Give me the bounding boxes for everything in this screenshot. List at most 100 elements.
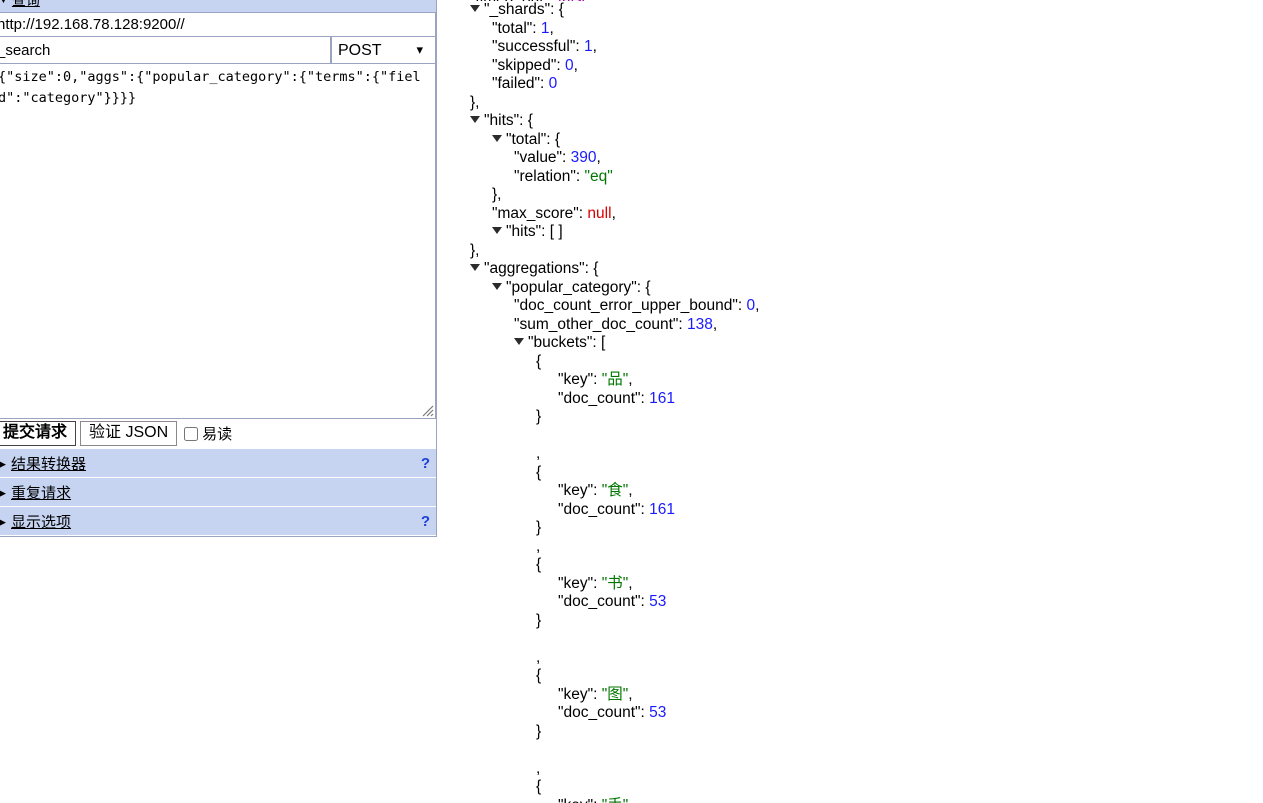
request-body-textarea[interactable]: {"size":0,"aggs":{"popular_category":{"t… xyxy=(0,64,436,419)
json-disclosure-triangle-icon[interactable] xyxy=(492,134,502,142)
json-token: "buckets": [ xyxy=(528,334,606,351)
json-token: "aggregations": { xyxy=(484,260,599,277)
json-line: "key": "手", xyxy=(470,797,1260,803)
json-token: "doc_count": xyxy=(558,500,650,518)
json-token: , xyxy=(628,797,632,803)
json-token: "书" xyxy=(601,574,629,592)
json-line: , xyxy=(470,538,1260,557)
json-line: "key": "书", xyxy=(470,575,1260,594)
page-root: ▼查询 POST ▾ {"size":0,"aggs":{"popular_ca… xyxy=(0,0,1263,803)
json-line: } xyxy=(470,723,1260,742)
json-disclosure-triangle-icon[interactable] xyxy=(470,264,480,271)
json-token: 161 xyxy=(649,389,676,407)
json-token: , xyxy=(628,482,633,499)
json-line: }, xyxy=(470,94,1260,113)
json-token: 1 xyxy=(540,19,550,37)
json-token: "doc_count_error_upper_bound": xyxy=(514,297,747,314)
json-line: { xyxy=(470,667,1260,686)
json-token: , xyxy=(755,297,760,314)
json-token: "doc_count": xyxy=(558,704,650,721)
json-line: "sum_other_doc_count": 138, xyxy=(470,316,1260,335)
submit-request-button[interactable]: 提交请求 xyxy=(0,421,77,446)
json-token: "_shards": { xyxy=(484,1,564,18)
help-link[interactable]: ? xyxy=(421,513,430,530)
json-line: , xyxy=(470,649,1260,668)
json-token: , xyxy=(628,685,633,703)
json-line: "max_score": null, xyxy=(470,205,1260,224)
json-token: "手" xyxy=(602,797,629,803)
json-token: , xyxy=(549,19,554,37)
json-line: "skipped": 0, xyxy=(470,57,1260,76)
json-disclosure-triangle-icon[interactable] xyxy=(470,5,480,12)
expand-triangle-icon[interactable]: ▶ xyxy=(0,515,6,528)
json-line: "hits": [ ] xyxy=(470,223,1260,242)
request-panel-header[interactable]: ▼ 查询 xyxy=(0,0,436,12)
json-token: , xyxy=(536,445,541,462)
json-token: "key": xyxy=(558,371,602,388)
json-token: , xyxy=(573,56,578,74)
json-line xyxy=(470,741,1260,760)
validate-json-button[interactable]: 验证 JSON xyxy=(80,421,178,446)
http-method-select[interactable]: POST xyxy=(331,37,436,64)
json-line: , xyxy=(470,445,1260,464)
json-token: "doc_count": xyxy=(558,593,650,610)
collapse-triangle-icon[interactable]: ▼ xyxy=(0,0,9,11)
json-token: "popular_category": { xyxy=(506,278,651,296)
section-display-options[interactable]: ▶ 显示选项 ? xyxy=(0,507,436,536)
json-line: "doc_count": 53 xyxy=(470,704,1260,723)
json-token: 1 xyxy=(583,38,593,55)
json-token: "食" xyxy=(601,482,629,499)
json-token: null xyxy=(587,204,612,222)
section-result-transformer[interactable]: ▶ 结果转换器 ? xyxy=(0,449,436,478)
json-token: } xyxy=(536,722,542,740)
json-token: "value": xyxy=(514,149,571,166)
request-path-input[interactable] xyxy=(0,37,331,64)
readable-checkbox[interactable] xyxy=(184,426,199,441)
json-token: "total": xyxy=(492,19,541,37)
json-token: { xyxy=(536,463,542,481)
section-label[interactable]: 结果转换器 xyxy=(11,453,86,474)
expand-triangle-icon[interactable]: ▶ xyxy=(0,457,6,470)
json-token: } xyxy=(536,611,542,629)
json-line: "total": 1, xyxy=(470,20,1260,39)
json-line: "_shards": { xyxy=(470,1,1260,20)
section-label[interactable]: 重复请求 xyxy=(11,482,71,503)
json-token: , xyxy=(611,204,616,222)
json-line: "successful": 1, xyxy=(470,38,1260,57)
json-line: { xyxy=(470,778,1260,797)
json-disclosure-triangle-icon[interactable] xyxy=(470,116,480,123)
request-url-input[interactable] xyxy=(0,12,436,37)
json-token: "relation": xyxy=(514,167,585,185)
json-disclosure-triangle-icon[interactable] xyxy=(492,282,502,290)
json-token: "eq" xyxy=(584,167,613,185)
request-panel-title: 查询 xyxy=(11,0,40,9)
json-line: "key": "食", xyxy=(470,482,1260,501)
expand-triangle-icon[interactable]: ▶ xyxy=(0,486,6,499)
json-token: { xyxy=(536,556,542,573)
json-line: } xyxy=(470,519,1260,538)
json-line: { xyxy=(470,353,1260,372)
json-line xyxy=(470,630,1260,649)
json-line: "key": "品", xyxy=(470,371,1260,390)
section-repeat-request[interactable]: ▶ 重复请求 xyxy=(0,478,436,507)
readable-checkbox-wrapper[interactable]: 易读 xyxy=(184,423,232,444)
json-line: "relation": "eq" xyxy=(470,168,1260,187)
help-link[interactable]: ? xyxy=(421,455,430,472)
json-token: 53 xyxy=(649,593,667,610)
json-line: "doc_count": 53 xyxy=(470,593,1260,612)
json-line: "failed": 0 xyxy=(470,75,1260,94)
json-token: , xyxy=(592,38,597,55)
json-token: 390 xyxy=(570,149,597,166)
section-label[interactable]: 显示选项 xyxy=(11,511,71,532)
json-token: }, xyxy=(470,241,480,259)
json-token: , xyxy=(712,315,718,333)
json-token: } xyxy=(536,519,542,536)
json-disclosure-triangle-icon[interactable] xyxy=(492,227,502,234)
json-line: "popular_category": { xyxy=(470,279,1260,298)
json-token: , xyxy=(536,537,541,555)
json-token: 161 xyxy=(649,500,676,518)
json-disclosure-triangle-icon[interactable] xyxy=(514,338,524,345)
json-token: "successful": xyxy=(492,38,584,55)
json-token: , xyxy=(590,0,594,1)
json-line: "doc_count": 161 xyxy=(470,501,1260,520)
